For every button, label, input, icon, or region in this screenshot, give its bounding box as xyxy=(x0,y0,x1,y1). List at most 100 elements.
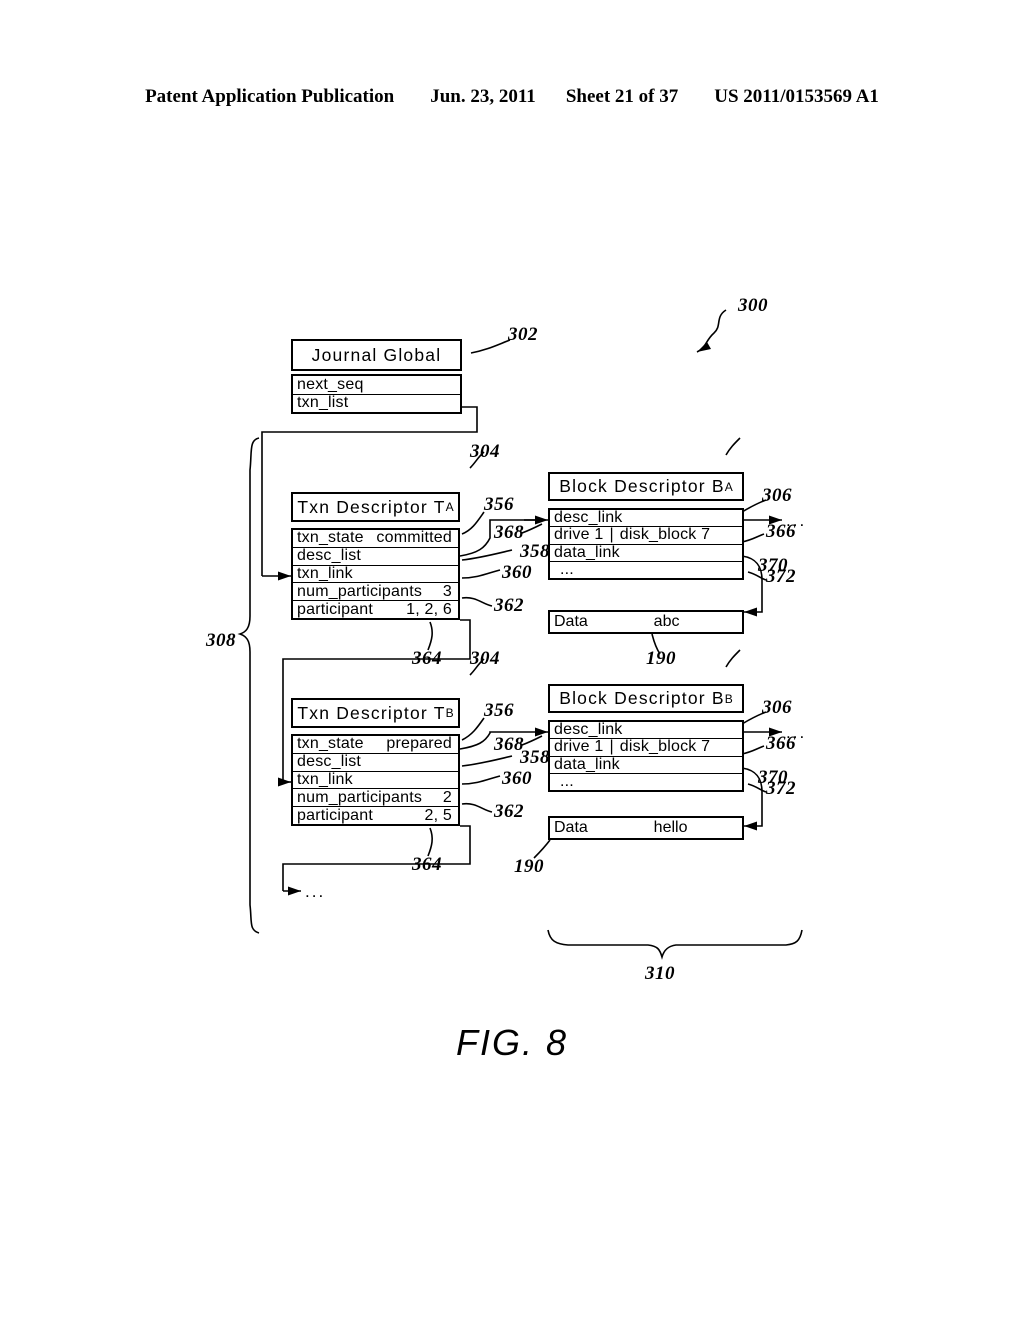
arrowhead-300 xyxy=(697,342,711,352)
txn-descriptor-a-title-text: Txn Descriptor T xyxy=(297,496,446,517)
arrowhead-dataA xyxy=(744,607,757,617)
txn-descriptor-b-title-text: Txn Descriptor T xyxy=(297,702,446,723)
arrowhead-txnA xyxy=(278,571,291,581)
txn-a-row-txn-state: txn_state committed xyxy=(293,530,458,548)
block-a-row-more: ... xyxy=(550,562,742,578)
txn-a-txn-state-label: txn_state xyxy=(297,530,364,547)
block-a-data-link-label: data_link xyxy=(554,544,620,561)
data-box-b: Data hello xyxy=(548,816,744,840)
journal-field-txn-list-label: txn_list xyxy=(297,394,349,412)
txn-b-row-txn-state: txn_state prepared xyxy=(293,736,458,754)
ref-356-upper: 356 xyxy=(484,494,514,515)
journal-global-title: Journal Global xyxy=(291,339,462,371)
txn-b-row-num-participants: num_participants 2 xyxy=(293,789,458,808)
txn-a-txn-link-label: txn_link xyxy=(297,565,353,582)
txn-b-participant-value: 2, 5 xyxy=(424,807,452,824)
txn-a-row-num-participants: num_participants 3 xyxy=(293,583,458,602)
txn-descriptor-a-subscript: A xyxy=(445,500,454,514)
block-b-data-link-label: data_link xyxy=(554,756,620,773)
leader-360 xyxy=(461,569,501,579)
ref-360-upper: 360 xyxy=(502,562,532,583)
txn-b-row-participant: participant 2, 5 xyxy=(293,807,458,824)
leader-364-b xyxy=(427,827,433,857)
txn-descriptor-b-fields: txn_state prepared desc_list txn_link nu… xyxy=(291,734,460,826)
block-descriptor-a-title: Block Descriptor BA xyxy=(548,472,744,501)
block-b-row-desc-link: desc_link xyxy=(550,722,742,740)
ref-190-upper: 190 xyxy=(646,648,676,669)
block-descriptor-b-title: Block Descriptor BB xyxy=(548,684,744,713)
data-box-a-label: Data xyxy=(554,613,588,630)
block-a-row-drive: drive 1 | disk_block 7 xyxy=(550,527,742,545)
block-descriptor-b-fields: desc_link drive 1 | disk_block 7 data_li… xyxy=(548,720,744,792)
block-b-drive-sep: | xyxy=(609,739,614,756)
block-b-more-label: ... xyxy=(560,773,574,790)
data-box-a-value: abc xyxy=(653,613,680,630)
txn-descriptor-b-subscript: B xyxy=(445,706,454,720)
leader-306-a xyxy=(725,437,741,456)
txn-a-num-participants-value: 3 xyxy=(442,583,452,600)
txn-b-participant-label: participant xyxy=(297,807,374,824)
leader-356 xyxy=(461,511,485,535)
ref-358-upper: 358 xyxy=(520,541,550,562)
txn-a-participant-value: 1, 2, 6 xyxy=(406,601,452,618)
txn-a-row-txn-link: txn_link xyxy=(293,566,458,584)
block-b-disk-block-value: disk_block 7 xyxy=(619,739,711,756)
ref-366-upper: 366 xyxy=(766,521,796,542)
journal-field-next-seq-label: next_seq xyxy=(297,376,364,393)
block-descriptor-b-title-text: Block Descriptor B xyxy=(559,688,725,708)
txn-a-row-desc-list: desc_list xyxy=(293,548,458,566)
ref-366-lower: 366 xyxy=(766,733,796,754)
leader-358-b xyxy=(461,755,513,767)
bracket-310 xyxy=(547,929,803,960)
txn-a-desc-list-label: desc_list xyxy=(297,547,362,565)
block-b-drive-label: drive 1 xyxy=(554,739,604,756)
leader-368-b xyxy=(521,735,543,746)
ref-190-lower: 190 xyxy=(514,856,544,877)
block-a-drive-label: drive 1 xyxy=(554,527,604,544)
arrowhead-txnB xyxy=(278,777,291,787)
block-a-drive-sep: | xyxy=(609,527,614,544)
txn-descriptor-a-title: Txn Descriptor TA xyxy=(291,492,460,522)
leader-360-b xyxy=(461,775,501,785)
leader-362-b xyxy=(461,802,493,813)
block-a-row-desc-link: desc_link xyxy=(550,510,742,528)
leader-306-b xyxy=(725,649,741,668)
txn-a-num-participants-label: num_participants xyxy=(297,583,423,600)
ref-356-lower: 356 xyxy=(484,700,514,721)
ref-364-upper: 364 xyxy=(412,648,442,669)
block-descriptor-a-title-text: Block Descriptor B xyxy=(559,476,725,496)
block-descriptor-b-subscript: B xyxy=(724,691,733,706)
arrowhead-descB xyxy=(535,727,548,737)
txn-b-txn-link-label: txn_link xyxy=(297,771,353,788)
block-descriptor-a-subscript: A xyxy=(724,479,733,494)
txn-a-participant-label: participant xyxy=(297,601,374,618)
block-b-row-data-link: data_link xyxy=(550,757,742,774)
leader-356-b xyxy=(461,717,485,741)
ref-362-lower: 362 xyxy=(494,801,524,822)
block-a-more-label: ... xyxy=(560,561,574,578)
figure-8-diagram: Journal Global next_seq txn_list 302 Txn… xyxy=(0,0,1024,1320)
leader-300 xyxy=(696,309,727,353)
ref-304-upper: 304 xyxy=(470,441,500,462)
ref-372-upper: 372 xyxy=(766,566,796,587)
txn-b-desc-list-label: desc_list xyxy=(297,753,362,771)
ref-358-lower: 358 xyxy=(520,747,550,768)
txn-descriptor-a-fields: txn_state committed desc_list txn_link n… xyxy=(291,528,460,620)
block-b-desc-link-label: desc_link xyxy=(554,722,623,739)
arrowhead-more xyxy=(288,886,301,896)
leader-368-a xyxy=(521,523,543,534)
txn-list-tail-ellipsis: ... xyxy=(305,882,326,901)
txn-a-row-participant: participant 1, 2, 6 xyxy=(293,601,458,618)
leader-364 xyxy=(427,621,433,651)
bracket-308 xyxy=(237,437,260,934)
figure-caption: FIG. 8 xyxy=(455,1022,569,1063)
ref-300: 300 xyxy=(738,295,768,316)
txn-b-row-txn-link: txn_link xyxy=(293,772,458,790)
ref-310: 310 xyxy=(645,963,675,984)
txn-b-num-participants-value: 2 xyxy=(442,789,452,806)
block-a-desc-link-label: desc_link xyxy=(554,510,623,527)
leader-370-b xyxy=(741,745,765,755)
ref-308: 308 xyxy=(206,630,236,651)
journal-field-next-seq: next_seq xyxy=(293,376,460,395)
block-b-row-more: ... xyxy=(550,774,742,790)
